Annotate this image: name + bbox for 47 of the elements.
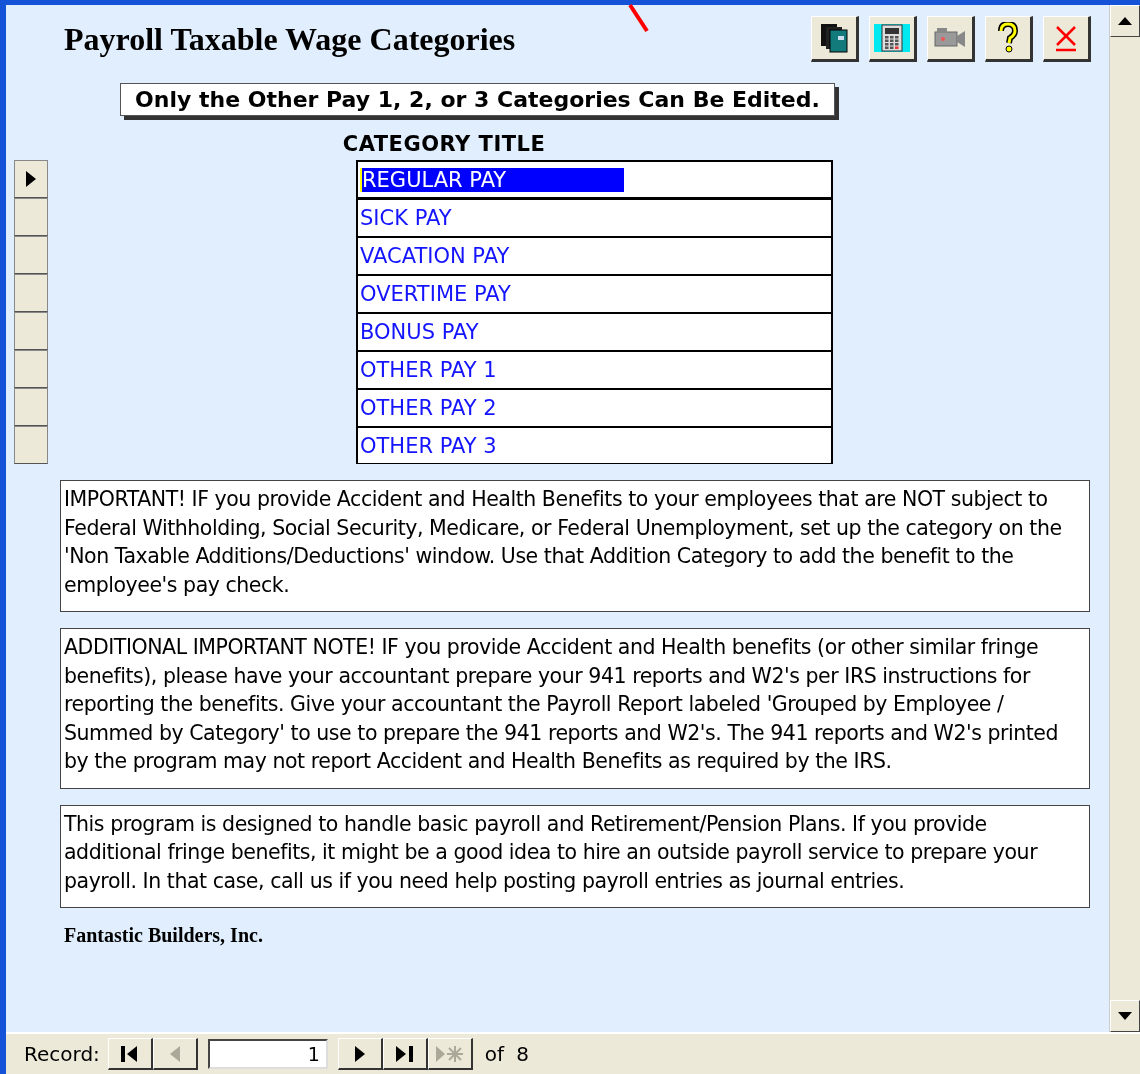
category-field[interactable]: REGULAR PAY — [356, 160, 833, 198]
close-button[interactable] — [1043, 16, 1091, 62]
record-total: 8 — [516, 1042, 529, 1066]
note-text: This program is designed to handle basic payroll and Retirement/Pension Plans. If you provide additional fringe benefits, it might be a good idea to hire an outside payroll service to prepare your payroll. In that case, call us if you need help posting payroll entries as journal entries. — [60, 804, 1090, 908]
record-selector[interactable] — [14, 236, 48, 274]
video-camera-icon — [933, 26, 967, 50]
record-of-label: of — [484, 1042, 505, 1066]
category-field[interactable]: OTHER PAY 1 — [356, 350, 833, 388]
next-record-icon — [352, 1043, 367, 1064]
current-record-icon — [25, 170, 37, 188]
record-selector[interactable] — [14, 160, 48, 198]
vertical-scrollbar[interactable] — [1109, 5, 1140, 1032]
record-number-field[interactable]: 1 — [207, 1039, 328, 1069]
record-label: Record: — [24, 1042, 100, 1066]
question-mark-icon — [997, 22, 1019, 54]
category-field[interactable]: VACATION PAY — [356, 236, 833, 274]
record-nav-button[interactable] — [337, 1038, 383, 1070]
category-field[interactable]: OTHER PAY 2 — [356, 388, 833, 426]
notebooks-button[interactable] — [811, 16, 859, 62]
window-title: Payroll Taxable Wage Categories — [64, 20, 517, 58]
help-button[interactable] — [985, 16, 1033, 62]
record-nav-button[interactable] — [107, 1038, 153, 1070]
calculator-button[interactable] — [869, 16, 917, 62]
note-text: IMPORTANT! IF you provide Accident and Health Benefits to your employees that are NOT subject to Federal Withholding, Social Security, Medicare, or Federal Unemployment, set up the category on the 'Non Taxable Additions/Deductions' window. Use that Addition Category to add the benefit to the employee's pay check. — [60, 480, 1090, 612]
scroll-up-icon — [1118, 17, 1132, 25]
close-icon — [1054, 24, 1078, 52]
record-selector[interactable] — [14, 426, 48, 464]
record-selector[interactable] — [14, 274, 48, 312]
category-field[interactable]: OTHER PAY 3 — [356, 426, 833, 464]
video-camera-button[interactable] — [927, 16, 975, 62]
company-name: Fantastic Builders, Inc. — [64, 924, 264, 947]
record-selector[interactable] — [14, 312, 48, 350]
record-selector[interactable] — [14, 198, 48, 236]
calculator-icon — [874, 22, 910, 54]
last-record-icon — [393, 1043, 416, 1064]
record-selector[interactable] — [14, 350, 48, 388]
note-text: ADDITIONAL IMPORTANT NOTE! IF you provide Accident and Health benefits (or other similar fringe benefits), please have your accountant prepare your 941 reports and W2's per IRS instructions for reporting the benefits. Give your accountant the Payroll Report labeled 'Grouped by Employee / Summed by Category' to use to prepare the 941 reports and W2's. The 941 reports and W2's printed by the program may not report Accident and Health Benefits as required by the IRS. — [60, 628, 1090, 789]
record-selector[interactable] — [14, 388, 48, 426]
annotation-stroke — [627, 3, 651, 33]
category-field[interactable]: SICK PAY — [356, 198, 833, 236]
scroll-down-icon — [1118, 1012, 1132, 1020]
notebooks-icon — [819, 22, 849, 54]
category-field[interactable]: OVERTIME PAY — [356, 274, 833, 312]
column-header: CATEGORY TITLE — [341, 132, 547, 156]
category-field[interactable]: BONUS PAY — [356, 312, 833, 350]
record-nav-button[interactable] — [382, 1038, 428, 1070]
new-record-icon — [434, 1043, 465, 1064]
